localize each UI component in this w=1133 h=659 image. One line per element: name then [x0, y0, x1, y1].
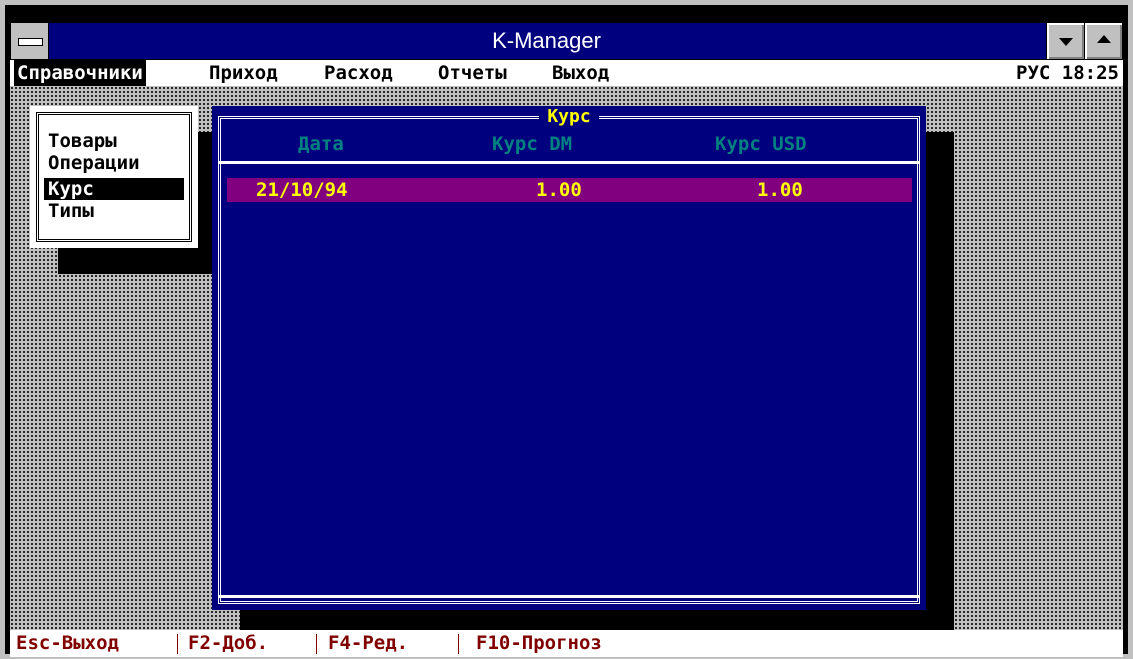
status-divider — [458, 634, 459, 654]
header-divider — [218, 161, 920, 164]
column-header-rate-usd: Курс USD — [715, 133, 807, 155]
rates-dialog: Курс Дата Курс DM Курс USD 21/10/94 1.00… — [212, 106, 926, 610]
submenu-spravochniki: Товары Операции Курс Типы — [30, 106, 198, 248]
window-title: K-Manager — [492, 28, 601, 53]
submenu-item-kurs[interactable]: Курс — [44, 178, 184, 200]
hotkey-f4-edit[interactable]: F4-Ред. — [328, 630, 408, 657]
row-date-cell: 21/10/94 — [256, 179, 348, 201]
column-header-date: Дата — [298, 133, 344, 155]
row-rate-dm-cell: 1.00 — [536, 179, 582, 201]
dialog-title: Курс — [212, 106, 926, 130]
submenu-item-operacii[interactable]: Операции — [44, 152, 184, 174]
minimize-button[interactable] — [1046, 23, 1084, 59]
hotkey-f10-forecast[interactable]: F10-Прогноз — [476, 630, 602, 657]
submenu-item-tovary[interactable]: Товары — [44, 130, 184, 152]
submenu-item-tipy[interactable]: Типы — [44, 200, 184, 222]
hotkey-esc-exit[interactable]: Esc-Выход — [16, 630, 119, 657]
status-divider — [177, 634, 178, 654]
menu-item-vyhod[interactable]: Выход — [549, 60, 612, 86]
system-menu-button[interactable] — [11, 23, 49, 59]
language-clock-indicator: РУС 18:25 — [1016, 62, 1119, 84]
status-bar: Esc-Выход F2-Доб. F4-Ред. F10-Прогноз — [10, 630, 1123, 657]
menu-item-prihod[interactable]: Приход — [206, 60, 281, 86]
dialog-title-text: Курс — [539, 106, 599, 127]
menu-item-rashod[interactable]: Расход — [321, 60, 396, 86]
hotkey-f2-add[interactable]: F2-Доб. — [188, 630, 268, 657]
menu-bar: Справочники Приход Расход Отчеты Выход Р… — [10, 60, 1123, 86]
status-divider — [316, 634, 317, 654]
maximize-button[interactable] — [1084, 23, 1122, 59]
menu-item-otchety[interactable]: Отчеты — [435, 60, 510, 86]
bottom-divider — [218, 595, 920, 598]
title-bar[interactable]: K-Manager — [10, 22, 1123, 60]
table-row[interactable]: 21/10/94 1.00 1.00 — [227, 178, 912, 202]
row-rate-usd-cell: 1.00 — [757, 179, 803, 201]
column-header-rate-dm: Курс DM — [492, 133, 573, 155]
menu-item-spravochniki[interactable]: Справочники — [14, 60, 146, 86]
